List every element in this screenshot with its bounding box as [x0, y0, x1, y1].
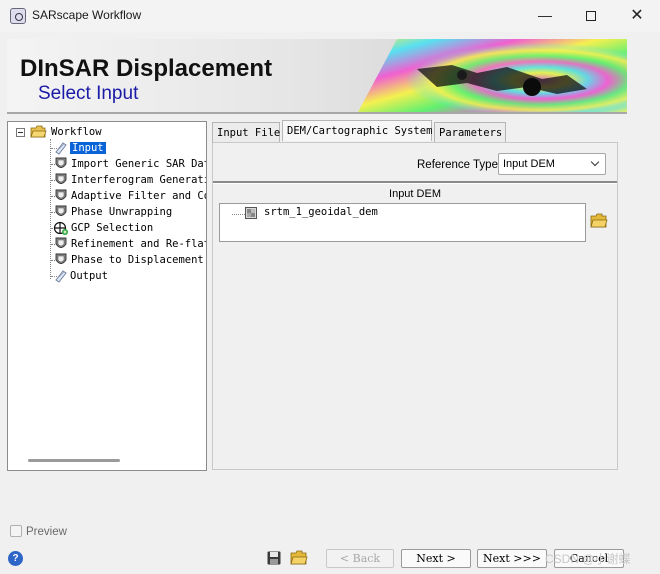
preview-checkbox[interactable]: Preview — [10, 525, 67, 538]
maximize-button[interactable] — [568, 0, 614, 32]
tree-item-interferogram-generation[interactable]: Interferogram Generation — [8, 172, 206, 188]
reference-type-select[interactable]: Input DEM — [498, 153, 606, 175]
banner-title: DInSAR Displacement — [20, 55, 273, 82]
tree-item-label: Output — [70, 270, 108, 282]
close-button[interactable]: ✕ — [614, 0, 660, 32]
input-icon — [55, 142, 67, 155]
tree-item-label: Adaptive Filter and Coherence — [71, 190, 206, 202]
tab-dem-cartographic-system[interactable]: DEM/Cartographic System — [282, 120, 432, 141]
tree-item-label: Interferogram Generation — [71, 174, 206, 186]
tab-input-file[interactable]: Input File — [212, 122, 280, 142]
maximize-icon — [586, 11, 596, 22]
step-icon — [55, 157, 67, 168]
step-icon — [55, 173, 67, 184]
tab-parameters[interactable]: Parameters — [434, 122, 506, 142]
app-icon — [10, 8, 26, 24]
tree-item-output[interactable]: Output — [8, 268, 206, 284]
browse-folder-icon[interactable] — [590, 213, 608, 229]
dem-tab-panel: Reference Type Input DEM Input DEM srtm_… — [212, 142, 618, 470]
banner-subtitle: Select Input — [38, 83, 139, 104]
next-all-button[interactable]: Next >>> — [477, 549, 547, 568]
reference-type-value: Input DEM — [503, 158, 555, 170]
interferogram-banner-image — [358, 39, 627, 112]
tree-item-label: Phase to Displacement Conversion — [71, 254, 206, 266]
tree-item-adaptive-filter[interactable]: Adaptive Filter and Coherence — [8, 188, 206, 204]
workflow-banner: DInSAR Displacement Select Input — [7, 39, 627, 114]
tree-item-gcp-selection[interactable]: GCP Selection — [8, 220, 206, 236]
tree-item-label: GCP Selection — [71, 222, 154, 234]
tree-item-label: Import Generic SAR Data — [71, 158, 207, 170]
tree-horizontal-scrollbar[interactable] — [28, 459, 120, 462]
open-folder-icon[interactable] — [290, 550, 308, 566]
window-title: SARscape Workflow — [32, 8, 142, 22]
tree-item-phase-unwrapping[interactable]: Phase Unwrapping — [8, 204, 206, 220]
tree-root-workflow[interactable]: Workflow — [8, 124, 206, 140]
collapse-icon[interactable] — [16, 128, 25, 137]
title-bar: SARscape Workflow — ✕ — [0, 0, 660, 32]
tree-item-phase-to-displacement[interactable]: Phase to Displacement Conversion — [8, 252, 206, 268]
separator — [213, 181, 617, 184]
tree-item-label: Phase Unwrapping — [71, 206, 173, 218]
reference-type-label: Reference Type — [417, 159, 498, 171]
tree-item-refinement[interactable]: Refinement and Re-flattening — [8, 236, 206, 252]
dem-file-item[interactable]: srtm_1_geoidal_dem — [264, 206, 378, 218]
save-icon[interactable] — [267, 551, 281, 565]
back-button[interactable]: < Back — [326, 549, 394, 568]
output-icon — [55, 270, 67, 283]
tree-item-label: Input — [70, 142, 106, 154]
step-icon — [55, 189, 67, 200]
input-dem-list[interactable]: srtm_1_geoidal_dem — [219, 203, 586, 242]
next-button[interactable]: Next > — [401, 549, 471, 568]
preview-label: Preview — [26, 526, 67, 538]
tree-root-label: Workflow — [51, 126, 102, 138]
tree-item-label: Refinement and Re-flattening — [71, 238, 206, 250]
watermark: CSDN @小谢蝶 — [545, 552, 631, 566]
raster-file-icon — [245, 207, 257, 219]
input-dem-label: Input DEM — [389, 188, 441, 200]
folder-open-icon — [30, 125, 47, 138]
step-icon — [55, 253, 67, 264]
gcp-icon — [53, 221, 68, 235]
tree-item-import-generic-sar-data[interactable]: Import Generic SAR Data — [8, 156, 206, 172]
help-icon[interactable]: ? — [8, 551, 23, 566]
chevron-down-icon — [590, 157, 600, 167]
step-icon — [55, 205, 67, 216]
tree-connector — [232, 214, 245, 215]
minimize-button[interactable]: — — [522, 0, 568, 32]
checkbox-icon[interactable] — [10, 525, 22, 537]
workflow-tree[interactable]: Workflow Input Import Generic SAR Data I… — [7, 121, 207, 471]
tree-item-input[interactable]: Input — [8, 140, 206, 156]
step-icon — [55, 237, 67, 248]
